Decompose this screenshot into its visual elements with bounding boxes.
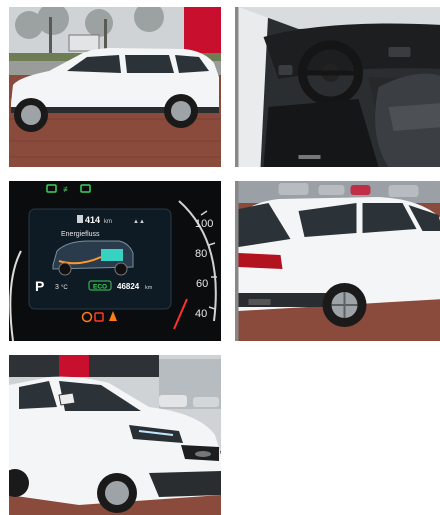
photo-exterior-rear[interactable]: [235, 181, 440, 341]
photo-instrument-cluster[interactable]: ≢ 100 80 60 40 414 km ▲▲ Energiefluss: [9, 181, 221, 341]
photo-exterior-front[interactable]: [9, 355, 221, 515]
temperature-unit: °C: [61, 285, 68, 291]
odometer-value: 46824: [117, 282, 140, 291]
range-unit: km: [104, 219, 112, 225]
instrument-cluster-image: ≢ 100 80 60 40 414 km ▲▲ Energiefluss: [9, 181, 221, 341]
photo-exterior-side[interactable]: [9, 7, 221, 167]
signal-icon: ▲▲: [133, 219, 145, 225]
odometer-unit: km: [145, 285, 153, 291]
interior-image: [235, 7, 440, 167]
energy-flow-title: Energiefluss: [61, 231, 100, 238]
range-value: 414: [85, 215, 100, 225]
outside-temperature: 3: [55, 284, 59, 291]
speed-tick-40: 40: [195, 308, 207, 320]
car-front-image: [9, 355, 221, 515]
car-rear-image: [235, 181, 440, 341]
svg-text:≢: ≢: [63, 185, 71, 194]
speed-tick-60: 60: [196, 278, 208, 290]
eco-mode-badge: ECO: [93, 284, 107, 291]
speed-tick-80: 80: [195, 248, 207, 260]
gear-indicator: P: [35, 278, 44, 294]
photo-interior-cockpit[interactable]: [235, 7, 440, 167]
speed-tick-100: 100: [195, 218, 213, 230]
car-side-image: [9, 7, 221, 167]
